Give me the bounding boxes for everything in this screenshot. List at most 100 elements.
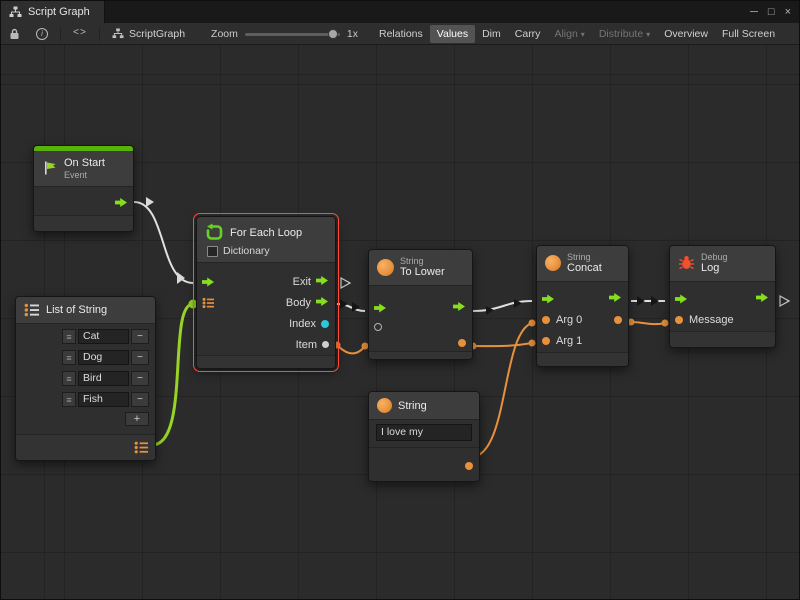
index-value-out-port[interactable] bbox=[321, 320, 329, 328]
exit-flow-out-port[interactable] bbox=[609, 292, 622, 306]
body-flow-out-port[interactable] bbox=[316, 296, 329, 310]
titlebar: Script Graph ─ □ × bbox=[1, 1, 800, 23]
overview-button[interactable]: Overview bbox=[657, 25, 715, 43]
exit-port-label: Exit bbox=[293, 276, 311, 288]
dim-button[interactable]: Dim bbox=[475, 25, 508, 43]
wire-flow-body-tolower[interactable] bbox=[337, 304, 365, 311]
port-row-arg1: Arg 1 bbox=[537, 331, 628, 352]
node-header: Debug Log bbox=[670, 246, 775, 282]
string-icon bbox=[377, 259, 394, 276]
maximize-button[interactable]: □ bbox=[768, 7, 775, 18]
remove-item-button[interactable]: − bbox=[131, 329, 149, 344]
wire-value-literal-arg0[interactable] bbox=[471, 323, 532, 457]
distribute-button[interactable]: Distribute▾ bbox=[592, 25, 657, 43]
zoom-slider-handle[interactable] bbox=[328, 29, 338, 39]
node-footer bbox=[197, 355, 335, 368]
node-group-label: String bbox=[567, 252, 602, 262]
drag-handle-icon[interactable]: ≡ bbox=[62, 371, 76, 386]
collection-value-in-port[interactable] bbox=[202, 297, 215, 308]
node-concat[interactable]: String Concat Arg 0 bbox=[536, 245, 629, 367]
wire-value-item-tolower[interactable] bbox=[337, 345, 365, 353]
list-icon bbox=[134, 441, 149, 454]
node-on-start[interactable]: On Start Event bbox=[33, 145, 134, 232]
arg1-value-in-port[interactable] bbox=[542, 337, 550, 345]
bug-icon bbox=[678, 255, 695, 271]
list-item-field[interactable]: Bird bbox=[78, 371, 129, 386]
list-item-row: ≡ Dog − bbox=[62, 347, 149, 368]
exit-flow-out-port[interactable] bbox=[453, 301, 466, 315]
result-value-out-port[interactable] bbox=[458, 339, 466, 347]
list-icon bbox=[202, 297, 215, 308]
add-item-button[interactable]: + bbox=[125, 412, 149, 426]
script-graph-window: Script Graph ─ □ × i <> bbox=[0, 0, 800, 600]
message-value-in-port[interactable] bbox=[675, 316, 683, 324]
drag-handle-icon[interactable]: ≡ bbox=[62, 350, 76, 365]
lock-button[interactable] bbox=[1, 23, 28, 44]
graph-toolbar: i <> ScriptGraph Zoom 1x Relations bbox=[1, 23, 800, 45]
zoom-slider[interactable] bbox=[245, 28, 340, 40]
fullscreen-button[interactable]: Full Screen bbox=[715, 25, 782, 43]
dictionary-label: Dictionary bbox=[223, 245, 270, 257]
list-item-field[interactable]: Fish bbox=[78, 392, 129, 407]
tab-script-graph[interactable]: Script Graph bbox=[1, 1, 105, 23]
arg0-value-in-port[interactable] bbox=[542, 316, 550, 324]
port-row-message: Message bbox=[670, 310, 775, 331]
chevron-down-icon: ▾ bbox=[581, 30, 585, 39]
enter-flow-in-port[interactable] bbox=[374, 303, 387, 314]
wire-value-tolower-arg1[interactable] bbox=[473, 343, 532, 346]
info-button[interactable]: i bbox=[28, 23, 56, 44]
wire-arrowhead bbox=[486, 306, 494, 315]
remove-item-button[interactable]: − bbox=[131, 371, 149, 386]
drag-handle-icon[interactable]: ≡ bbox=[62, 329, 76, 344]
string-value-out-port[interactable] bbox=[465, 462, 473, 470]
zoom-control: Zoom 1x bbox=[211, 28, 358, 40]
wire-value-concat-message[interactable] bbox=[631, 322, 665, 324]
node-header: String To Lower bbox=[369, 250, 472, 286]
code-icon: <> bbox=[73, 28, 87, 39]
minimize-button[interactable]: ─ bbox=[750, 7, 758, 18]
list-value-out-port[interactable] bbox=[134, 441, 149, 459]
list-item-field[interactable]: Cat bbox=[78, 329, 129, 344]
align-label: Align bbox=[554, 28, 577, 40]
wire-flow-onstart-foreach[interactable] bbox=[134, 202, 193, 283]
node-to-lower[interactable]: String To Lower bbox=[368, 249, 473, 360]
node-title: For Each Loop bbox=[230, 227, 302, 239]
port-row-index: Index bbox=[197, 313, 335, 334]
result-value-out-port[interactable] bbox=[614, 316, 622, 324]
align-button[interactable]: Align ▾ bbox=[547, 25, 591, 43]
code-view-button[interactable]: <> bbox=[65, 23, 95, 44]
node-list-of-string[interactable]: List of String ≡ Cat − ≡ Dog − ≡ Bird − bbox=[15, 296, 156, 461]
node-debug-log[interactable]: Debug Log Message bbox=[669, 245, 776, 348]
wire-flow-tolower-concat[interactable] bbox=[473, 301, 532, 311]
remove-item-button[interactable]: − bbox=[131, 392, 149, 407]
item-value-out-port[interactable] bbox=[322, 341, 329, 348]
breadcrumb-label: ScriptGraph bbox=[129, 28, 185, 40]
close-button[interactable]: × bbox=[785, 7, 791, 18]
relations-button[interactable]: Relations bbox=[372, 25, 430, 43]
carry-button[interactable]: Carry bbox=[508, 25, 548, 43]
zoom-slider-track bbox=[245, 33, 340, 36]
string-value-field[interactable]: I love my bbox=[376, 424, 472, 441]
wire-value-list-foreach[interactable] bbox=[152, 304, 193, 445]
remove-item-button[interactable]: − bbox=[131, 350, 149, 365]
drag-handle-icon[interactable]: ≡ bbox=[62, 392, 76, 407]
list-item-row: ≡ Cat − bbox=[62, 326, 149, 347]
node-string-literal[interactable]: String I love my bbox=[368, 391, 480, 482]
node-group-label: String bbox=[400, 256, 445, 266]
toolbar-buttons: Relations Values Dim Carry Align ▾ Distri… bbox=[372, 23, 782, 44]
node-for-each-loop[interactable]: For Each Loop Dictionary Exit bbox=[196, 216, 336, 369]
enter-flow-in-port[interactable] bbox=[202, 276, 215, 287]
exit-flow-out-port[interactable] bbox=[756, 292, 769, 306]
list-item-field[interactable]: Dog bbox=[78, 350, 129, 365]
exit-flow-out-port[interactable] bbox=[316, 275, 329, 289]
values-button[interactable]: Values bbox=[430, 25, 475, 43]
trigger-flow-out-port[interactable] bbox=[115, 195, 128, 213]
enter-flow-in-port[interactable] bbox=[542, 294, 555, 305]
graph-canvas[interactable]: On Start Event List of String bbox=[1, 45, 800, 600]
breadcrumb[interactable]: ScriptGraph bbox=[104, 28, 193, 40]
string-value-in-port[interactable] bbox=[374, 323, 382, 331]
toolbar-separator bbox=[99, 27, 100, 41]
wire-arrowhead bbox=[352, 302, 360, 312]
enter-flow-in-port[interactable] bbox=[675, 294, 688, 305]
dictionary-checkbox[interactable] bbox=[207, 246, 218, 257]
